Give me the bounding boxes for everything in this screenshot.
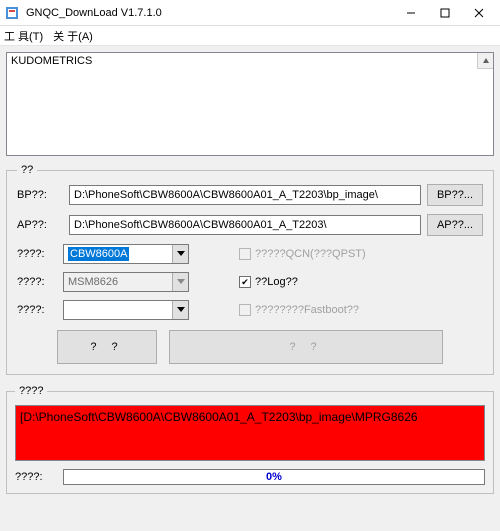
chipset-value: MSM8626: [64, 276, 172, 288]
log-textbox[interactable]: KUDOMETRICS: [6, 52, 494, 156]
paths-group: ?? BP??: BP??... AP??: AP??... ????: CBW…: [6, 164, 494, 375]
menubar: 工 具(T) 关 于(A): [0, 26, 500, 46]
cfg2-label: ????:: [17, 276, 63, 288]
action-button-right: ? ?: [169, 330, 443, 364]
progress-percent: 0%: [266, 471, 282, 483]
minimize-button[interactable]: [394, 0, 428, 26]
cfg3-label: ????:: [17, 304, 63, 316]
paths-legend: ??: [17, 164, 37, 176]
app-icon: [4, 5, 20, 21]
bp-label: BP??:: [17, 189, 63, 201]
scroll-up-button[interactable]: [477, 53, 493, 69]
product-value: CBW8600A: [68, 247, 129, 261]
close-button[interactable]: [462, 0, 496, 26]
qcn-check-label: ?????QCN(???QPST): [255, 248, 366, 260]
log-checkbox[interactable]: ✔: [239, 276, 251, 288]
product-combo[interactable]: CBW8600A: [63, 244, 189, 264]
menu-about[interactable]: 关 于(A): [53, 28, 93, 44]
fastboot-checkbox: [239, 304, 251, 316]
chevron-down-icon: [172, 301, 188, 319]
window-titlebar: GNQC_DownLoad V1.7.1.0: [0, 0, 500, 26]
qcn-checkbox: [239, 248, 251, 260]
chipset-combo: MSM8626: [63, 272, 189, 292]
log-check-label: ??Log??: [255, 276, 298, 288]
maximize-button[interactable]: [428, 0, 462, 26]
bp-path-input[interactable]: [69, 185, 421, 205]
port-combo[interactable]: [63, 300, 189, 320]
ap-label: AP??:: [17, 219, 63, 231]
menu-tools[interactable]: 工 具(T): [4, 28, 43, 44]
window-title: GNQC_DownLoad V1.7.1.0: [26, 7, 394, 19]
status-textbox: [D:\PhoneSoft\CBW8600A\CBW8600A01_A_T220…: [15, 405, 485, 461]
ap-path-input[interactable]: [69, 215, 421, 235]
status-legend: ????: [15, 385, 47, 397]
progress-label: ????:: [15, 471, 55, 483]
status-group: ???? [D:\PhoneSoft\CBW8600A\CBW8600A01_A…: [6, 385, 494, 494]
cfg1-label: ????:: [17, 248, 63, 260]
log-content: KUDOMETRICS: [11, 55, 92, 67]
ap-browse-button[interactable]: AP??...: [427, 214, 483, 236]
bp-browse-button[interactable]: BP??...: [427, 184, 483, 206]
chevron-down-icon: [172, 273, 188, 291]
action-button-left[interactable]: ? ?: [57, 330, 157, 364]
fastboot-check-label: ????????Fastboot??: [255, 304, 359, 316]
progress-bar: 0%: [63, 469, 485, 485]
chevron-down-icon: [172, 245, 188, 263]
